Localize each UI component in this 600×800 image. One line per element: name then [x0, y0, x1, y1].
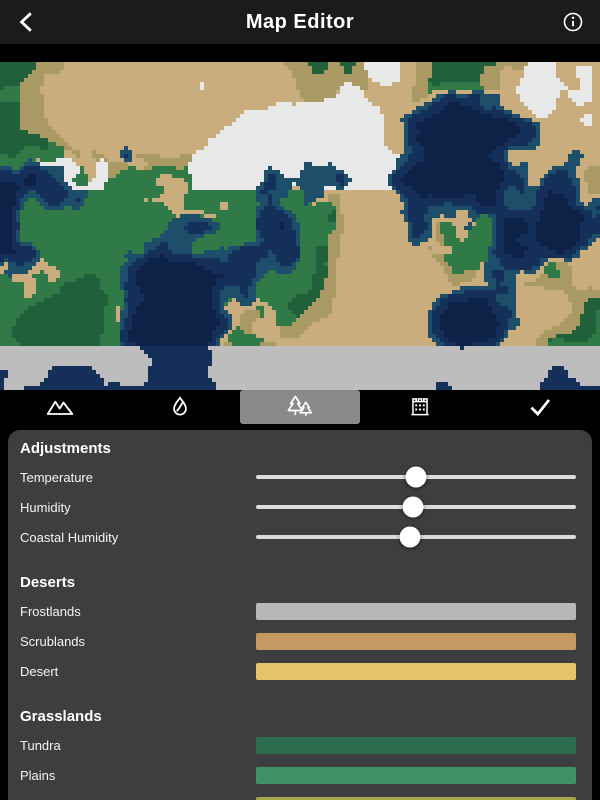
chevron-left-icon [14, 9, 40, 35]
settings-panel[interactable]: Adjustments Temperature Humidity Coastal… [8, 430, 592, 800]
section-heading: Deserts [20, 574, 576, 592]
plains-label: Plains [20, 768, 55, 783]
scrublands-row: Scrublands [20, 626, 576, 656]
desert-label: Desert [20, 664, 58, 679]
tab-biomes[interactable] [240, 390, 360, 424]
temperature-row: Temperature [20, 462, 576, 492]
slider-thumb[interactable] [406, 467, 427, 488]
coastal-humidity-slider[interactable] [256, 522, 576, 552]
tundra-label: Tundra [20, 738, 61, 753]
tundra-color-button[interactable] [256, 737, 576, 754]
world-map[interactable] [0, 62, 600, 390]
info-icon [561, 10, 585, 34]
savannah-row: Savannah [20, 790, 576, 800]
tab-confirm[interactable] [480, 390, 600, 424]
tab-terrain[interactable] [0, 390, 120, 424]
section-adjustments: Adjustments Temperature Humidity Coastal… [20, 440, 576, 552]
section-deserts: Deserts Frostlands Scrublands Desert [20, 574, 576, 686]
editor-toolbar [0, 390, 600, 424]
temperature-slider[interactable] [256, 462, 576, 492]
temperature-label: Temperature [20, 470, 93, 485]
coastal-humidity-label: Coastal Humidity [20, 530, 118, 545]
page-title: Map Editor [246, 11, 354, 34]
info-button[interactable] [554, 3, 592, 41]
frostlands-row: Frostlands [20, 596, 576, 626]
frostlands-label: Frostlands [20, 604, 81, 619]
slider-thumb[interactable] [402, 497, 423, 518]
plains-color-button[interactable] [256, 767, 576, 784]
top-bar: Map Editor [0, 0, 600, 44]
coastal-humidity-row: Coastal Humidity [20, 522, 576, 552]
savannah-color-button[interactable] [256, 797, 576, 800]
desert-row: Desert [20, 656, 576, 686]
section-heading: Grasslands [20, 708, 576, 726]
scrublands-label: Scrublands [20, 634, 85, 649]
section-heading: Adjustments [20, 440, 576, 458]
mountains-icon [46, 393, 74, 421]
humidity-label: Humidity [20, 500, 71, 515]
tundra-row: Tundra [20, 730, 576, 760]
humidity-slider[interactable] [256, 492, 576, 522]
tab-structures[interactable] [360, 390, 480, 424]
scrublands-color-button[interactable] [256, 633, 576, 650]
slider-thumb[interactable] [399, 527, 420, 548]
checkmark-icon [527, 394, 553, 420]
humidity-row: Humidity [20, 492, 576, 522]
frostlands-color-button[interactable] [256, 603, 576, 620]
back-button[interactable] [8, 3, 46, 41]
plains-row: Plains [20, 760, 576, 790]
buildings-icon [407, 394, 433, 420]
pine-trees-icon [286, 393, 314, 421]
section-grasslands: Grasslands Tundra Plains Savannah [20, 708, 576, 800]
desert-color-button[interactable] [256, 663, 576, 680]
leaf-droplet-icon [167, 394, 193, 420]
tab-climate[interactable] [120, 390, 240, 424]
